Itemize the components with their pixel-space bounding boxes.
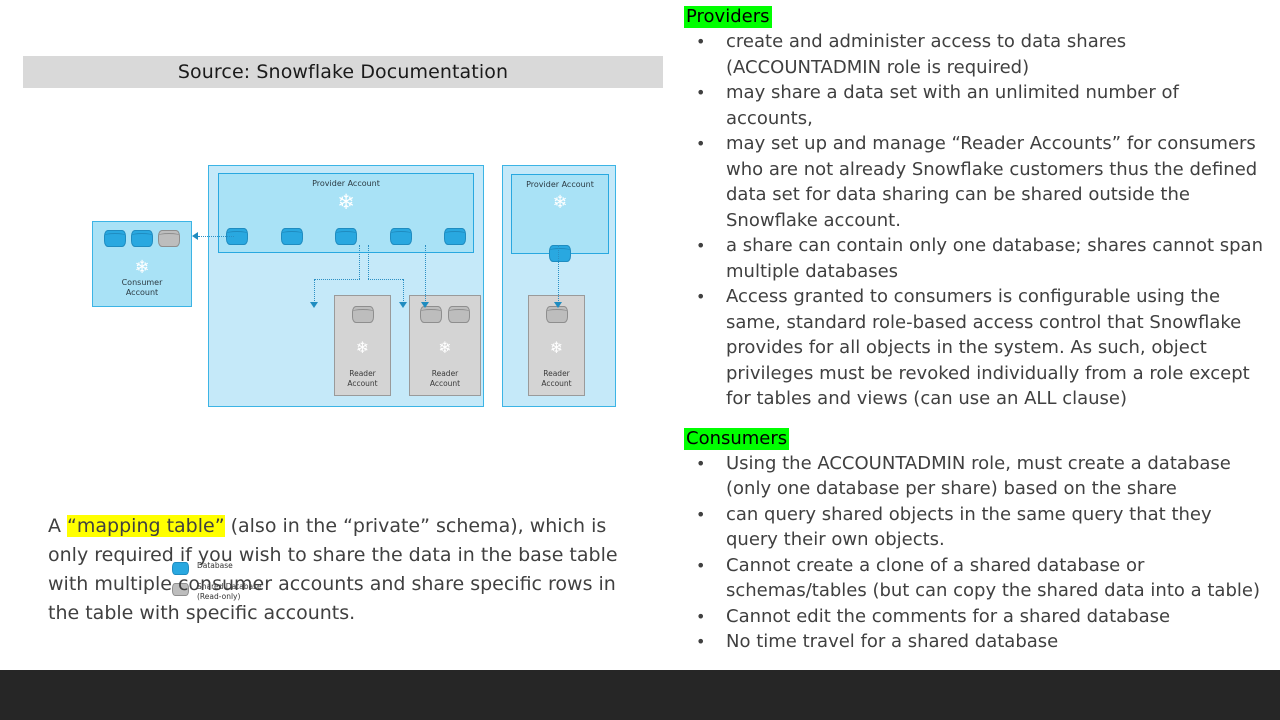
providers-bullet-list: create and administer access to data sha… bbox=[684, 29, 1268, 412]
reader-database-row-2 bbox=[410, 306, 480, 323]
data-sharing-diagram: ❄ Consumer Account Provider Account ❄ Pr… bbox=[80, 158, 640, 601]
snowflake-logo-icon: ❄ bbox=[438, 338, 452, 357]
providers-section: Providers create and administer access t… bbox=[684, 6, 1268, 412]
reader-account-box-2: ❄ Reader Account bbox=[409, 295, 481, 396]
provider-database-row-1 bbox=[226, 228, 466, 245]
connector-arrowhead bbox=[310, 302, 318, 308]
shared-database-icon bbox=[351, 306, 374, 323]
slide-page: Source: Snowflake Documentation ❄ Consum… bbox=[0, 0, 1280, 720]
list-item: Access granted to consumers is configura… bbox=[684, 284, 1268, 412]
mapping-table-paragraph: A “mapping table” (also in the “private”… bbox=[48, 512, 638, 628]
connector-provider-to-consumer bbox=[198, 236, 234, 237]
list-item: Cannot create a clone of a shared databa… bbox=[684, 553, 1268, 604]
consumer-account-label-line1: Consumer bbox=[121, 278, 163, 287]
connector-segment bbox=[368, 245, 369, 279]
shared-database-icon bbox=[158, 230, 180, 247]
reader-account-label-line1: Reader bbox=[431, 369, 459, 378]
reader-account-box-3: ❄ Reader Account bbox=[528, 295, 585, 396]
connector-segment bbox=[359, 245, 360, 279]
paragraph-prefix: A bbox=[48, 515, 68, 537]
provider-database-row-2 bbox=[512, 245, 608, 266]
shared-database-icon bbox=[420, 306, 442, 323]
reader-account-label-line1: Reader bbox=[543, 369, 570, 378]
connector-arrowhead bbox=[421, 302, 429, 308]
list-item: Using the ACCOUNTADMIN role, must create… bbox=[684, 451, 1268, 502]
database-icon bbox=[335, 228, 357, 245]
bottom-bar bbox=[0, 670, 1280, 720]
database-icon bbox=[131, 230, 153, 247]
provider-account-box-2: Provider Account ❄ bbox=[511, 174, 609, 262]
connector-arrowhead bbox=[554, 302, 562, 308]
connector-segment bbox=[425, 245, 426, 305]
source-banner-label: Source: Snowflake Documentation bbox=[177, 61, 509, 83]
reader-account-label-1: Reader Account bbox=[335, 369, 390, 388]
reader-account-label-line2: Account bbox=[429, 378, 461, 388]
left-column: Source: Snowflake Documentation ❄ Consum… bbox=[0, 0, 672, 670]
database-icon bbox=[280, 228, 303, 245]
snowflake-logo-icon: ❄ bbox=[134, 257, 150, 278]
list-item: may set up and manage “Reader Accounts” … bbox=[684, 131, 1268, 233]
connector-arrowhead bbox=[399, 302, 407, 308]
connector-segment bbox=[314, 279, 360, 280]
list-item: can query shared objects in the same que… bbox=[684, 502, 1268, 553]
database-icon bbox=[444, 228, 466, 245]
list-item: Cannot edit the comments for a shared da… bbox=[684, 604, 1268, 630]
reader-database-row-1 bbox=[335, 306, 390, 323]
shared-database-icon bbox=[545, 306, 568, 323]
provider-account-title-2: Provider Account bbox=[526, 180, 594, 189]
reader-database-row-3 bbox=[529, 306, 584, 323]
reader-account-label-3: Reader Account bbox=[529, 369, 584, 388]
list-item: create and administer access to data sha… bbox=[684, 29, 1268, 80]
consumers-section: Consumers Using the ACCOUNTADMIN role, m… bbox=[684, 427, 1268, 655]
consumers-heading: Consumers bbox=[684, 427, 790, 450]
reader-account-label-2: Reader Account bbox=[410, 369, 480, 388]
connector-segment bbox=[368, 279, 403, 280]
consumer-account-label-line2: Account bbox=[125, 288, 159, 297]
list-item: No time travel for a shared database bbox=[684, 629, 1268, 655]
providers-heading: Providers bbox=[684, 6, 772, 28]
reader-account-label-line2: Account bbox=[541, 378, 572, 388]
connector-segment bbox=[558, 245, 559, 305]
list-item: may share a data set with an unlimited n… bbox=[684, 80, 1268, 131]
notes-column: Providers create and administer access t… bbox=[672, 0, 1280, 693]
connector-arrowhead bbox=[192, 232, 198, 240]
database-icon bbox=[549, 245, 571, 262]
snowflake-logo-icon: ❄ bbox=[337, 190, 355, 214]
snowflake-logo-icon: ❄ bbox=[549, 338, 564, 357]
source-banner: Source: Snowflake Documentation bbox=[23, 56, 663, 88]
snowflake-logo-icon: ❄ bbox=[355, 338, 370, 357]
shared-database-icon bbox=[448, 306, 470, 323]
reader-account-label-line2: Account bbox=[347, 378, 378, 388]
reader-account-box-1: ❄ Reader Account bbox=[334, 295, 391, 396]
list-item: a share can contain only one database; s… bbox=[684, 233, 1268, 284]
consumer-database-row bbox=[93, 230, 191, 247]
database-icon bbox=[389, 228, 412, 245]
provider-account-title-1: Provider Account bbox=[312, 179, 380, 188]
reader-account-label-line1: Reader bbox=[349, 369, 376, 378]
paragraph-highlight: “mapping table” bbox=[67, 515, 225, 537]
database-icon bbox=[104, 230, 126, 247]
consumer-account-label: Consumer Account bbox=[93, 278, 191, 298]
snowflake-logo-icon: ❄ bbox=[552, 192, 568, 213]
consumer-account-box: ❄ Consumer Account bbox=[92, 221, 192, 307]
consumers-bullet-list: Using the ACCOUNTADMIN role, must create… bbox=[684, 451, 1268, 655]
